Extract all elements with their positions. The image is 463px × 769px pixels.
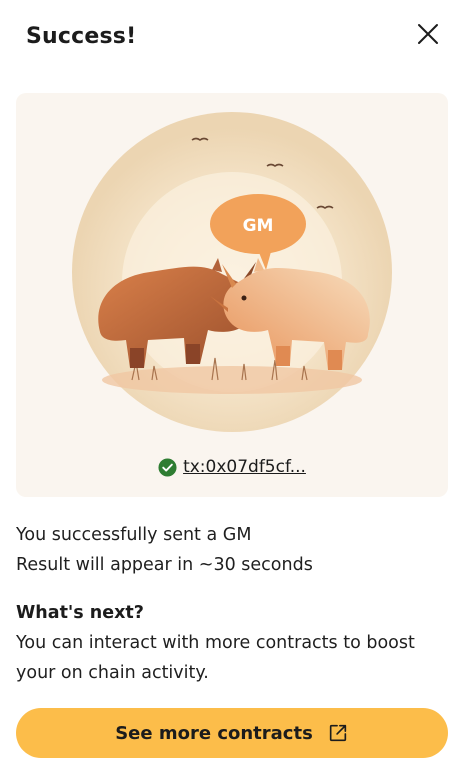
modal-title: Success! [26, 24, 137, 49]
check-circle-icon [158, 457, 177, 477]
cta-label: See more contracts [115, 722, 313, 744]
whats-next-heading: What's next? [16, 603, 144, 623]
whats-next-text: You can interact with more contracts to … [16, 633, 415, 683]
success-message-line2: Result will appear in ~30 seconds [16, 555, 313, 575]
speech-bubble-text: GM [243, 216, 274, 236]
rhino-illustration: GM [72, 112, 392, 432]
modal-header: Success! [0, 0, 463, 80]
transaction-link[interactable]: tx:0x07df5cf... [183, 457, 306, 477]
see-more-contracts-button[interactable]: See more contracts [16, 708, 448, 758]
external-link-icon [327, 722, 349, 744]
success-message-line1: You successfully sent a GM [16, 525, 252, 545]
success-message: You successfully sent a GM Result will a… [16, 520, 446, 580]
close-icon [418, 24, 438, 44]
transaction-row: tx:0x07df5cf... [16, 455, 448, 479]
illustration-card: GM tx:0x07df5cf... [16, 93, 448, 497]
close-button[interactable] [414, 20, 442, 48]
